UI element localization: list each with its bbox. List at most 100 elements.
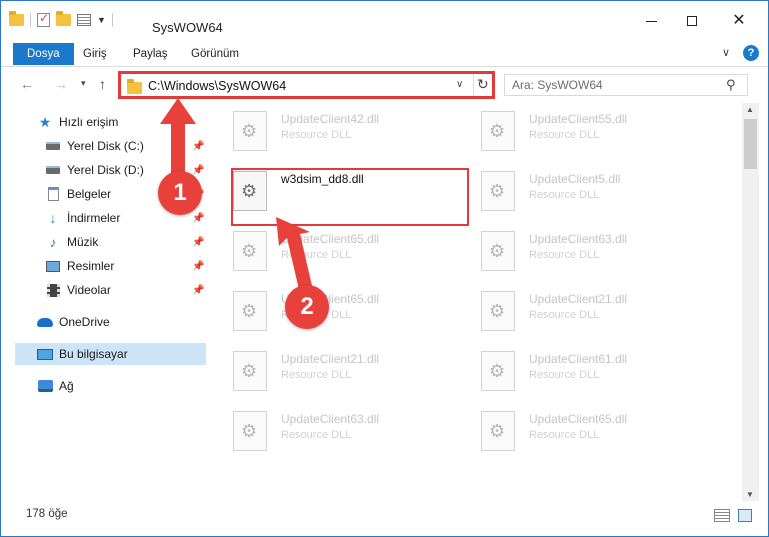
close-icon: ✕ bbox=[732, 12, 746, 29]
search-box[interactable]: ⚲ bbox=[504, 74, 748, 96]
toolbar-separator bbox=[111, 13, 113, 27]
pin-icon[interactable]: 📌 bbox=[192, 165, 204, 176]
address-path[interactable]: C:\Windows\SysWOW64 bbox=[148, 79, 286, 93]
search-input[interactable] bbox=[512, 77, 712, 93]
file-type: Resource DLL bbox=[529, 249, 600, 261]
ribbon-tabs: Dosya Giriş Paylaş Görünüm ∨ ? bbox=[1, 41, 768, 67]
documents-icon bbox=[45, 187, 61, 201]
file-item[interactable]: UpdateClient42.dll Resource DLL bbox=[209, 103, 445, 155]
nav-item-label: Belgeler bbox=[67, 187, 112, 201]
file-item[interactable]: UpdateClient65.dll Resource DLL bbox=[457, 403, 693, 455]
scrollbar-thumb[interactable] bbox=[744, 119, 757, 169]
nav-item-label: Resimler bbox=[67, 259, 115, 273]
customize-toolbar-dropdown-icon[interactable]: ▼ bbox=[97, 15, 106, 25]
window-title: SysWOW64 bbox=[152, 20, 223, 35]
file-name: UpdateClient42.dll bbox=[281, 112, 380, 126]
network-icon bbox=[37, 379, 53, 393]
quick-access-toolbar: ▼ bbox=[9, 11, 113, 27]
file-item[interactable]: UpdateClient61.dll Resource DLL bbox=[457, 343, 693, 395]
nav-item-network[interactable]: Ağ bbox=[37, 375, 206, 397]
tab-share[interactable]: Paylaş bbox=[123, 43, 178, 65]
file-type: Resource DLL bbox=[281, 369, 352, 381]
search-icon[interactable]: ⚲ bbox=[726, 77, 736, 93]
close-button[interactable]: ✕ bbox=[716, 1, 762, 41]
back-arrow-icon[interactable]: ← bbox=[20, 76, 34, 92]
nav-item-videos[interactable]: Videolar 📌 bbox=[45, 279, 206, 301]
dll-file-icon bbox=[233, 411, 267, 451]
pin-icon[interactable]: 📌 bbox=[192, 141, 204, 152]
onedrive-icon bbox=[37, 315, 53, 329]
file-name: UpdateClient63.dll bbox=[529, 232, 628, 246]
step-2-callout: 2 bbox=[285, 285, 329, 329]
pin-icon[interactable]: 📌 bbox=[192, 237, 204, 248]
maximize-button[interactable] bbox=[669, 1, 715, 41]
scroll-up-arrow-icon[interactable]: ▲ bbox=[746, 105, 754, 114]
nav-item-label: Hızlı erişim bbox=[59, 115, 119, 129]
file-name: UpdateClient65.dll bbox=[529, 412, 628, 426]
file-name: UpdateClient21.dll bbox=[529, 292, 628, 306]
disk-icon bbox=[45, 139, 61, 153]
maximize-icon bbox=[687, 16, 697, 26]
nav-item-music[interactable]: ♪ Müzik 📌 bbox=[45, 231, 206, 253]
toolbar-separator bbox=[30, 13, 31, 27]
nav-item-local-disk-c[interactable]: Yerel Disk (C:) 📌 bbox=[45, 135, 206, 157]
pin-icon[interactable]: 📌 bbox=[192, 261, 204, 272]
file-name: UpdateClient61.dll bbox=[529, 352, 628, 366]
details-view-icon[interactable] bbox=[714, 509, 730, 522]
file-type: Resource DLL bbox=[529, 129, 600, 141]
dll-file-icon bbox=[481, 291, 515, 331]
address-bar[interactable]: C:\Windows\SysWOW64 ∨ ↻ bbox=[118, 71, 495, 99]
step-1-callout: 1 bbox=[158, 171, 202, 215]
nav-item-label: İndirmeler bbox=[67, 211, 121, 225]
star-icon: ★ bbox=[38, 113, 52, 130]
ribbon-expand-chevron-icon[interactable]: ∨ bbox=[722, 46, 730, 59]
file-type: Resource DLL bbox=[281, 129, 352, 141]
item-count: 178 öğe bbox=[26, 508, 68, 520]
nav-item-this-pc[interactable]: Bu bilgisayar bbox=[15, 343, 206, 365]
file-type: Resource DLL bbox=[529, 189, 600, 201]
help-icon[interactable]: ? bbox=[743, 45, 759, 61]
refresh-icon[interactable]: ↻ bbox=[477, 76, 489, 93]
dll-file-icon bbox=[233, 111, 267, 151]
file-type: Resource DLL bbox=[281, 429, 352, 441]
recent-locations-chevron-icon[interactable]: ▾ bbox=[81, 78, 86, 89]
file-item[interactable]: UpdateClient55.dll Resource DLL bbox=[457, 103, 693, 155]
nav-item-pictures[interactable]: Resimler 📌 bbox=[45, 255, 206, 277]
pin-icon[interactable]: 📌 bbox=[192, 213, 204, 224]
file-type: Resource DLL bbox=[529, 369, 600, 381]
file-type: Resource DLL bbox=[529, 429, 600, 441]
pin-icon[interactable]: 📌 bbox=[192, 285, 204, 296]
file-item[interactable]: UpdateClient21.dll Resource DLL bbox=[209, 343, 445, 395]
explorer-window: ▼ SysWOW64 ✕ Dosya Giriş Paylaş Görünüm … bbox=[0, 0, 769, 537]
folder-icon bbox=[9, 11, 24, 26]
tab-view[interactable]: Görünüm bbox=[181, 43, 249, 65]
file-item[interactable]: UpdateClient63.dll Resource DLL bbox=[209, 403, 445, 455]
nav-item-quick-access[interactable]: ★ Hızlı erişim bbox=[37, 111, 206, 133]
new-folder-icon[interactable] bbox=[56, 11, 71, 26]
minimize-button[interactable] bbox=[628, 1, 674, 41]
dll-file-icon bbox=[481, 231, 515, 271]
folder-icon bbox=[127, 79, 142, 94]
scroll-down-arrow-icon[interactable]: ▼ bbox=[746, 490, 754, 499]
properties-check-icon[interactable] bbox=[37, 11, 50, 27]
file-name: UpdateClient65.dll bbox=[281, 232, 380, 246]
file-item[interactable]: UpdateClient5.dll Resource DLL bbox=[457, 163, 693, 215]
file-item[interactable]: UpdateClient63.dll Resource DLL bbox=[457, 223, 693, 275]
properties-icon[interactable] bbox=[77, 14, 91, 26]
navigation-row: ← → ▾ ↑ C:\Windows\SysWOW64 ∨ ↻ ⚲ bbox=[1, 68, 768, 102]
vertical-scrollbar[interactable]: ▲ ▼ bbox=[742, 103, 759, 501]
nav-item-label: Yerel Disk (D:) bbox=[67, 163, 144, 177]
file-item[interactable]: UpdateClient21.dll Resource DLL bbox=[457, 283, 693, 335]
address-dropdown-chevron-icon[interactable]: ∨ bbox=[456, 79, 463, 90]
large-icons-view-icon[interactable] bbox=[738, 509, 752, 522]
up-arrow-icon[interactable]: ↑ bbox=[99, 76, 106, 92]
this-pc-icon bbox=[37, 347, 53, 361]
file-name: UpdateClient63.dll bbox=[281, 412, 380, 426]
nav-item-label: Müzik bbox=[67, 235, 99, 249]
forward-arrow-icon[interactable]: → bbox=[54, 76, 68, 92]
nav-item-onedrive[interactable]: OneDrive bbox=[37, 311, 206, 333]
file-item[interactable]: UpdateClient65.dll Resource DLL bbox=[209, 223, 445, 275]
tab-file[interactable]: Dosya bbox=[13, 43, 74, 65]
tab-home[interactable]: Giriş bbox=[73, 43, 117, 65]
nav-item-label: Yerel Disk (C:) bbox=[67, 139, 144, 153]
